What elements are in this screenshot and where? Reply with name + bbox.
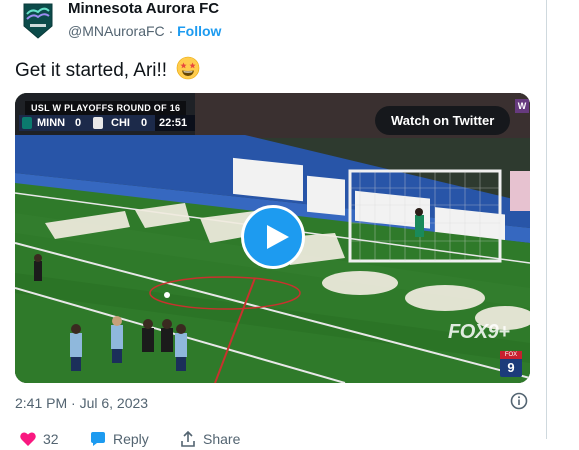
handle-row: @MNAuroraFC · Follow bbox=[68, 22, 221, 40]
video-player[interactable]: USL W PLAYOFFS ROUND OF 16 W MINN 0 CHI … bbox=[15, 93, 530, 383]
account-handle[interactable]: @MNAuroraFC bbox=[68, 23, 165, 39]
corner-badge: W bbox=[515, 99, 529, 113]
badge-top: FOX bbox=[500, 351, 522, 359]
tweet-body: Get it started, Ari!! bbox=[15, 60, 168, 81]
badge-num: 9 bbox=[507, 360, 515, 375]
share-label: Share bbox=[203, 431, 241, 447]
heart-icon bbox=[20, 432, 36, 446]
avatar[interactable] bbox=[22, 2, 54, 40]
scoreboard-title: USL W PLAYOFFS ROUND OF 16 bbox=[25, 101, 187, 115]
team-away-crest-icon bbox=[93, 117, 103, 129]
team-home: MINN bbox=[37, 117, 66, 129]
reply-label: Reply bbox=[113, 431, 149, 447]
play-button[interactable] bbox=[241, 205, 305, 269]
scoreboard: MINN 0 CHI 0 22:51 bbox=[19, 115, 195, 131]
info-icon[interactable] bbox=[510, 392, 528, 410]
score-away: 0 bbox=[141, 117, 148, 129]
broadcaster-logo: FOX9+ bbox=[448, 321, 510, 343]
watch-on-twitter-button[interactable]: Watch on Twitter bbox=[375, 106, 511, 135]
broadcaster-badge: FOX 9 bbox=[500, 351, 522, 377]
account-name[interactable]: Minnesota Aurora FC bbox=[68, 0, 219, 18]
match-clock: 22:51 bbox=[159, 117, 188, 129]
timestamp[interactable]: 2:41 PM · Jul 6, 2023 bbox=[15, 394, 148, 412]
star-struck-emoji-icon bbox=[177, 56, 200, 80]
like-button[interactable]: 32 bbox=[19, 430, 59, 448]
score-home: 0 bbox=[75, 117, 82, 129]
tweet-text: Get it started, Ari!! bbox=[15, 56, 200, 84]
team-away: CHI bbox=[111, 117, 130, 129]
team-home-crest-icon bbox=[22, 117, 32, 129]
share-button[interactable]: Share bbox=[179, 430, 240, 448]
reply-button[interactable]: Reply bbox=[89, 430, 149, 448]
share-icon bbox=[181, 430, 195, 447]
separator: · bbox=[168, 23, 174, 39]
reply-icon bbox=[91, 432, 105, 446]
play-icon bbox=[267, 225, 289, 249]
likes-count: 32 bbox=[43, 431, 59, 447]
follow-button[interactable]: Follow bbox=[177, 23, 221, 39]
